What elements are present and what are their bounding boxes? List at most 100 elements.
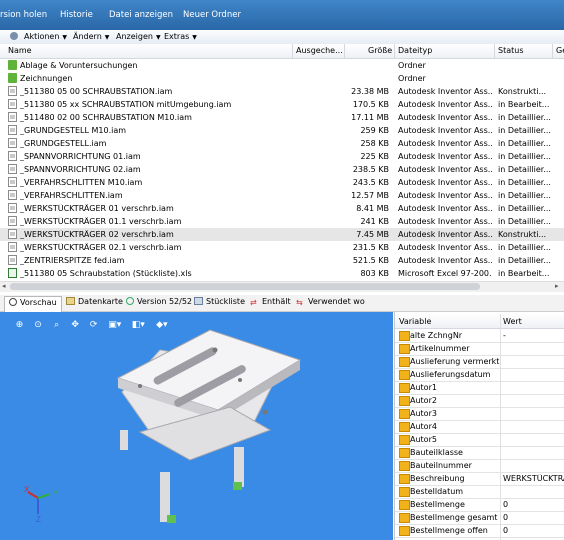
file-row[interactable]: _WERKSTÜCKTRÄGER 01 verschrb.iam 8.41 MB A… <box>0 202 564 215</box>
property-row[interactable]: Autor1 <box>395 381 564 395</box>
file-row[interactable]: _511380 05 Schraubstation (Stückliste).x… <box>0 267 564 280</box>
file-row[interactable]: _GRUNDGESTELL M10.iam 259 KB Autodesk Inve… <box>0 124 564 137</box>
file-row[interactable]: Zeichnungen Ordner <box>0 72 564 85</box>
column-status[interactable]: Status <box>498 46 524 55</box>
property-row[interactable]: Bestellmenge offen 0 <box>395 524 564 538</box>
property-name: Auslieferung vermerkt... <box>410 357 500 366</box>
column-size[interactable]: Größe <box>368 46 392 55</box>
file-type: Autodesk Inventor Ass... <box>398 139 492 148</box>
file-status: in Detaillier... <box>498 178 551 187</box>
file-row[interactable]: _511480 02 00 SCHRAUBSTATION M10.iam 17.1… <box>0 111 564 124</box>
tab-enthaelt[interactable]: ⇄ Enthält <box>250 297 291 309</box>
property-name: Artikelnummer <box>410 344 470 353</box>
property-row[interactable]: Bestellmenge gesamt 0 <box>395 511 564 525</box>
file-name: _511380 05 00 SCHRAUBSTATION.iam <box>20 87 173 96</box>
file-status: in Detaillier... <box>498 204 551 213</box>
property-row[interactable]: Artikelnummer <box>395 342 564 356</box>
file-type: Ordner <box>398 61 426 70</box>
file-row[interactable]: _WERKSTÜCKTRÄGER 02 verschrb.iam 7.45 MB A… <box>0 228 564 241</box>
arrow-icon: ⇆ <box>296 298 303 307</box>
excel-file-icon <box>8 268 17 278</box>
assembly-file-icon <box>8 86 17 96</box>
file-row[interactable]: _WERKSTÜCKTRÄGER 02.1 verschrb.iam 231.5 … <box>0 241 564 254</box>
aktionen-menu[interactable]: Aktionen ▼ <box>24 32 67 41</box>
property-row[interactable]: Bestelldatum <box>395 485 564 499</box>
property-icon <box>399 422 410 432</box>
property-icon <box>399 383 410 393</box>
list-icon <box>194 297 203 305</box>
property-row[interactable]: Autor3 <box>395 407 564 421</box>
property-row[interactable]: Autor4 <box>395 420 564 434</box>
scroll-right-icon[interactable]: ▸ <box>555 282 559 290</box>
property-icon <box>399 370 410 380</box>
aendern-menu[interactable]: Ändern ▼ <box>73 32 109 41</box>
file-row[interactable]: Ablage & Voruntersuchungen Ordner <box>0 59 564 72</box>
pin-icon[interactable] <box>10 32 18 40</box>
column-ge[interactable]: Ge <box>556 46 564 55</box>
property-row[interactable]: Bestellmenge 0 <box>395 498 564 512</box>
file-type: Autodesk Inventor Ass... <box>398 100 492 109</box>
file-type: Microsoft Excel 97-200... <box>398 269 492 278</box>
anzeigen-menu[interactable]: Anzeigen ▼ <box>116 32 161 41</box>
assembly-file-icon <box>8 151 17 161</box>
file-status: in Detaillier... <box>498 243 551 252</box>
property-row[interactable]: Auslieferungsdatum <box>395 368 564 382</box>
property-row[interactable]: Auslieferung vermerkt... <box>395 355 564 369</box>
file-name: _SPANNVORRICHTUNG 01.iam <box>20 152 141 161</box>
file-size: 258 KB <box>360 139 389 148</box>
file-status: in Bearbeit... <box>498 269 550 278</box>
extras-menu[interactable]: Extras ▼ <box>164 32 197 41</box>
historie-button[interactable]: Historie <box>60 10 93 20</box>
file-type: Ordner <box>398 74 426 83</box>
file-row[interactable]: _511380 05 xx SCHRAUBSTATION mitUmgebung… <box>0 98 564 111</box>
property-row[interactable]: Beschreibung WERKSTÜCKTRÄ <box>395 472 564 486</box>
scrollbar-thumb[interactable] <box>10 283 480 290</box>
column-file-type[interactable]: Dateityp <box>398 46 432 55</box>
column-checked-out[interactable]: Ausgeche... <box>296 46 343 55</box>
file-row[interactable]: _VERFAHRSCHLITTEN M10.iam 243.5 KB Autodes… <box>0 176 564 189</box>
tab-version[interactable]: Version 52/52 <box>126 297 192 309</box>
property-row[interactable]: alte ZchngNr - <box>395 329 564 343</box>
neuer-ordner-button[interactable]: Neuer Ordner <box>183 10 241 20</box>
column-wert[interactable]: Wert <box>503 317 522 326</box>
datei-anzeigen-button[interactable]: Datei anzeigen <box>109 10 173 20</box>
property-row[interactable]: Autor2 <box>395 394 564 408</box>
property-name: Beschreibung <box>410 474 465 483</box>
preview-viewport[interactable]: ⊕ ⊙ ⌕ ✥ ⟳ ▣▾ ◧▾ ◆▾ X Y Z <box>0 312 393 540</box>
file-row[interactable]: _SPANNVORRICHTUNG 02.iam 238.5 KB Autodesk… <box>0 163 564 176</box>
file-status: in Detaillier... <box>498 191 551 200</box>
property-icon <box>399 487 410 497</box>
file-row[interactable]: _ZENTRIERSPITZE fed.iam 521.5 KB Autodesk … <box>0 254 564 267</box>
property-icon <box>399 461 410 471</box>
model-leg <box>120 430 128 450</box>
tab-datenkarte[interactable]: Datenkarte <box>66 297 123 309</box>
property-row[interactable]: Bauteilklasse <box>395 446 564 460</box>
version-holen-button[interactable]: rsion holen <box>0 10 47 20</box>
file-row[interactable]: _VERFAHRSCHLITTEN.iam 12.57 MB Autodesk In… <box>0 189 564 202</box>
file-row[interactable]: _GRUNDGESTELL.iam 258 KB Autodesk Inventor… <box>0 137 564 150</box>
file-type: Autodesk Inventor Ass... <box>398 126 492 135</box>
file-row[interactable]: _511380 05 00 SCHRAUBSTATION.iam 23.38 MB… <box>0 85 564 98</box>
file-type: Autodesk Inventor Ass... <box>398 113 492 122</box>
scroll-left-icon[interactable]: ◂ <box>2 282 6 290</box>
property-name: Bauteilnummer <box>410 461 472 470</box>
property-row[interactable]: Bauteilnummer <box>395 459 564 473</box>
file-size: 243.5 KB <box>352 178 389 187</box>
file-row[interactable]: _WERKSTÜCKTRÄGER 01.1 verschrb.iam 241 KB… <box>0 215 564 228</box>
file-size: 23.38 MB <box>351 87 389 96</box>
chevron-down-icon: ▼ <box>192 34 197 41</box>
file-name: _WERKSTÜCKTRÄGER 02 verschrb.iam <box>20 230 174 239</box>
tab-verwendet-wo[interactable]: ⇆ Verwendet wo <box>296 297 365 309</box>
file-size: 259 KB <box>360 126 389 135</box>
column-variable[interactable]: Variable <box>399 317 431 326</box>
horizontal-scrollbar[interactable]: ◂ ▸ <box>0 281 564 292</box>
action-toolbar: Aktionen ▼ Ändern ▼ Anzeigen ▼ Extras ▼ <box>0 30 564 45</box>
column-name[interactable]: Name <box>8 46 32 55</box>
assembly-file-icon <box>8 255 17 265</box>
model-hole <box>138 384 142 388</box>
tab-vorschau[interactable]: Vorschau <box>4 296 62 312</box>
file-row[interactable]: _SPANNVORRICHTUNG 01.iam 225 KB Autodesk I… <box>0 150 564 163</box>
tab-stueckliste[interactable]: Stückliste <box>194 297 245 309</box>
properties-header: Variable Wert <box>395 314 564 329</box>
property-row[interactable]: Autor5 <box>395 433 564 447</box>
